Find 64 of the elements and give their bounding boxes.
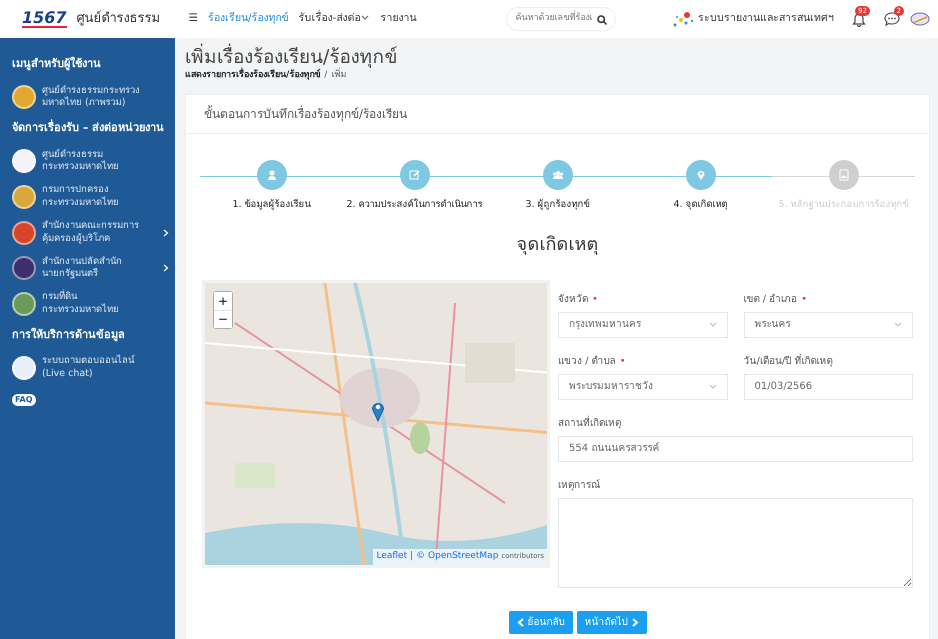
select-field[interactable]: พระบรมมหาราชวัง [558,374,728,400]
osm-link[interactable]: © OpenStreetMap [416,550,498,564]
zoom-out-button[interactable]: − [214,310,232,328]
step-label: 2. ความประสงค์ในการดำเนินการ [346,198,483,212]
required-mark: • [592,294,598,305]
field-label: เหตุการณ์ [558,480,600,491]
sidebar-item[interactable]: กรมที่ดิน กระทรวงมหาดไทย [12,291,169,317]
caret-icon [894,322,902,328]
chevron-icon [632,618,638,628]
step-label: 4. จุดเกิดเหตุ [673,198,728,212]
brand-name: ศูนย์ดำรงธรรม [76,10,161,28]
sidebar-item[interactable]: ศูนย์ดำรงธรรม กระทรวงมหาดไทย [12,148,169,174]
field-label: แขวง / ตำบล [558,356,616,367]
select-field[interactable]: กรุงเทพมหานคร [558,312,728,338]
nav-link[interactable]: ร้องเรียน/ร้องทุกข์ [208,11,288,27]
caret-icon [708,322,716,328]
chevron-icon [163,228,169,237]
input-field[interactable]: 01/03/2566 [744,374,913,400]
sidebar-item[interactable]: สำนักงานปลัดสำนัก นายกรัฐมนตรี [12,256,169,282]
sidebar-item[interactable]: ศูนย์ดำรงธรรมกระทรวง มหาดไทย (ภาพรวม) [12,84,169,110]
page-title: เพิ่มเรื่องร้องเรียน/ร้องทุกข์ [185,46,930,69]
leaflet-link[interactable]: Leaflet [376,550,408,564]
caret-icon [360,14,370,22]
logo: 1567 [22,10,67,28]
breadcrumb-separator: / [324,70,328,80]
step-circle[interactable] [256,160,286,190]
caret-icon [708,384,716,390]
menu-icon[interactable]: ☰ [188,11,198,27]
faq-badge[interactable]: FAQ [12,394,36,406]
sidebar-heading: การให้บริการด้านข้อมูล [12,326,126,344]
chevron-icon [163,264,169,272]
search-field[interactable]: ค้นหาด้วยเลขที่ร้องเ [506,7,616,31]
nav-link[interactable]: รับเรื่อง-ส่งต่อ [298,11,370,27]
sidebar-item[interactable]: กรมการปกครอง กระทรวงมหาดไทย [12,184,169,210]
step-circle[interactable] [400,160,430,190]
sidebar-item[interactable]: สำนักงานคณะกรรมการ คุ้มครองผู้บริโภค [12,220,169,246]
chevron-icon [516,618,524,628]
breadcrumb-link[interactable]: แสดงรายการเรื่องร้องเรียน/ร้องทุกข์ [185,70,320,80]
step-circle[interactable] [828,160,858,190]
breadcrumb-item: เพิ่ม [331,70,346,80]
nav-link[interactable]: รายงาน [380,11,416,27]
step-label: 1. ข้อมูลผู้ร้องเรียน [232,198,311,212]
step-circle[interactable] [686,160,716,190]
input-field[interactable]: 554 ถนนนครสวรรค์ [558,436,913,462]
dots-icon [672,11,694,27]
sidebar-item[interactable]: ระบบถามตอบออนไลน์ (Live chat) [12,355,169,381]
required-mark: • [620,356,626,367]
avatar-icon[interactable] [910,11,930,27]
field-label: สถานที่เกิดเหตุ [558,418,621,429]
search-icon[interactable] [597,15,608,26]
report-link[interactable]: ระบบรายงานและสารสนเทศฯ [698,11,834,27]
card-header-text: ขั้นตอนการบันทึกเรื่องร้องทุกข์/ร้องเรียน [186,95,929,134]
text-area[interactable] [558,498,913,588]
section-title: จุดเกิดเหตุ [516,232,600,257]
field-label: จังหวัด [558,294,588,305]
field-label: วัน/เดือน/ปี ที่เกิดเหตุ [744,356,832,367]
field-label: เขต / อำเภอ [744,294,798,305]
sidebar-heading: เมนูสำหรับผู้ใช้งาน [12,56,102,72]
attribution-separator: | [410,550,414,564]
required-mark: • [801,294,808,305]
step-label: 3. ผู้ถูกร้องทุกข์ [525,198,590,212]
sidebar-heading: จัดการเรื่องรับ – ส่งต่อหน่วยงาน [12,120,166,136]
select-field[interactable]: พระนคร [744,312,913,338]
step-circle[interactable] [542,160,572,190]
